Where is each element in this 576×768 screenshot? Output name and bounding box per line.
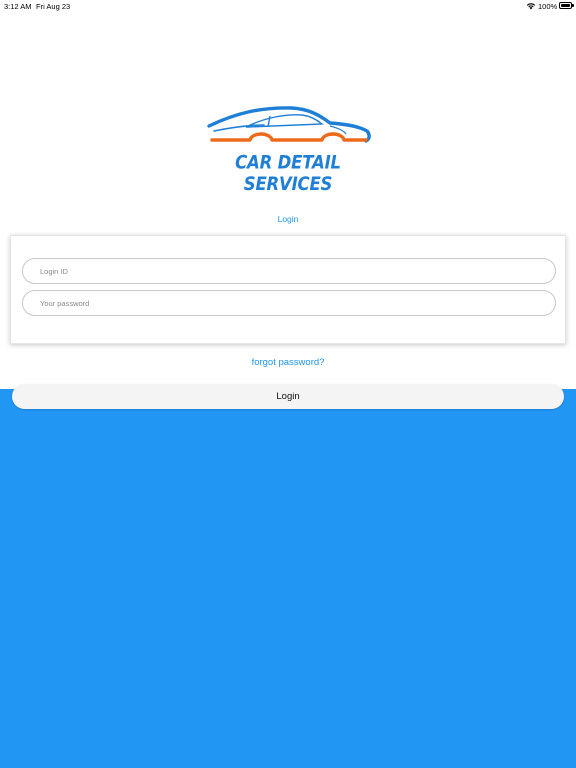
login-form-card — [10, 235, 566, 344]
blue-background-panel — [0, 389, 576, 768]
status-time: 3:12 AM — [4, 2, 32, 11]
login-screen: 3:12 AM Fri Aug 23 100% CAR DETAIL SERVI… — [0, 0, 576, 768]
wifi-icon — [526, 3, 536, 10]
login-id-input[interactable] — [22, 258, 556, 284]
logo-text: CAR DETAIL SERVICES — [235, 151, 341, 195]
battery-tip — [572, 4, 574, 7]
battery-icon — [559, 2, 572, 9]
forgot-password-link[interactable]: forgot password? — [0, 357, 576, 368]
login-heading: Login — [277, 214, 299, 224]
status-date: Fri Aug 23 — [36, 2, 71, 11]
password-input[interactable] — [22, 290, 556, 316]
status-bar: 3:12 AM Fri Aug 23 100% — [0, 0, 576, 12]
login-button[interactable]: Login — [12, 384, 564, 409]
app-logo: CAR DETAIL SERVICES — [204, 104, 372, 195]
battery-percentage: 100% — [538, 2, 558, 11]
car-silhouette-icon — [207, 106, 371, 143]
